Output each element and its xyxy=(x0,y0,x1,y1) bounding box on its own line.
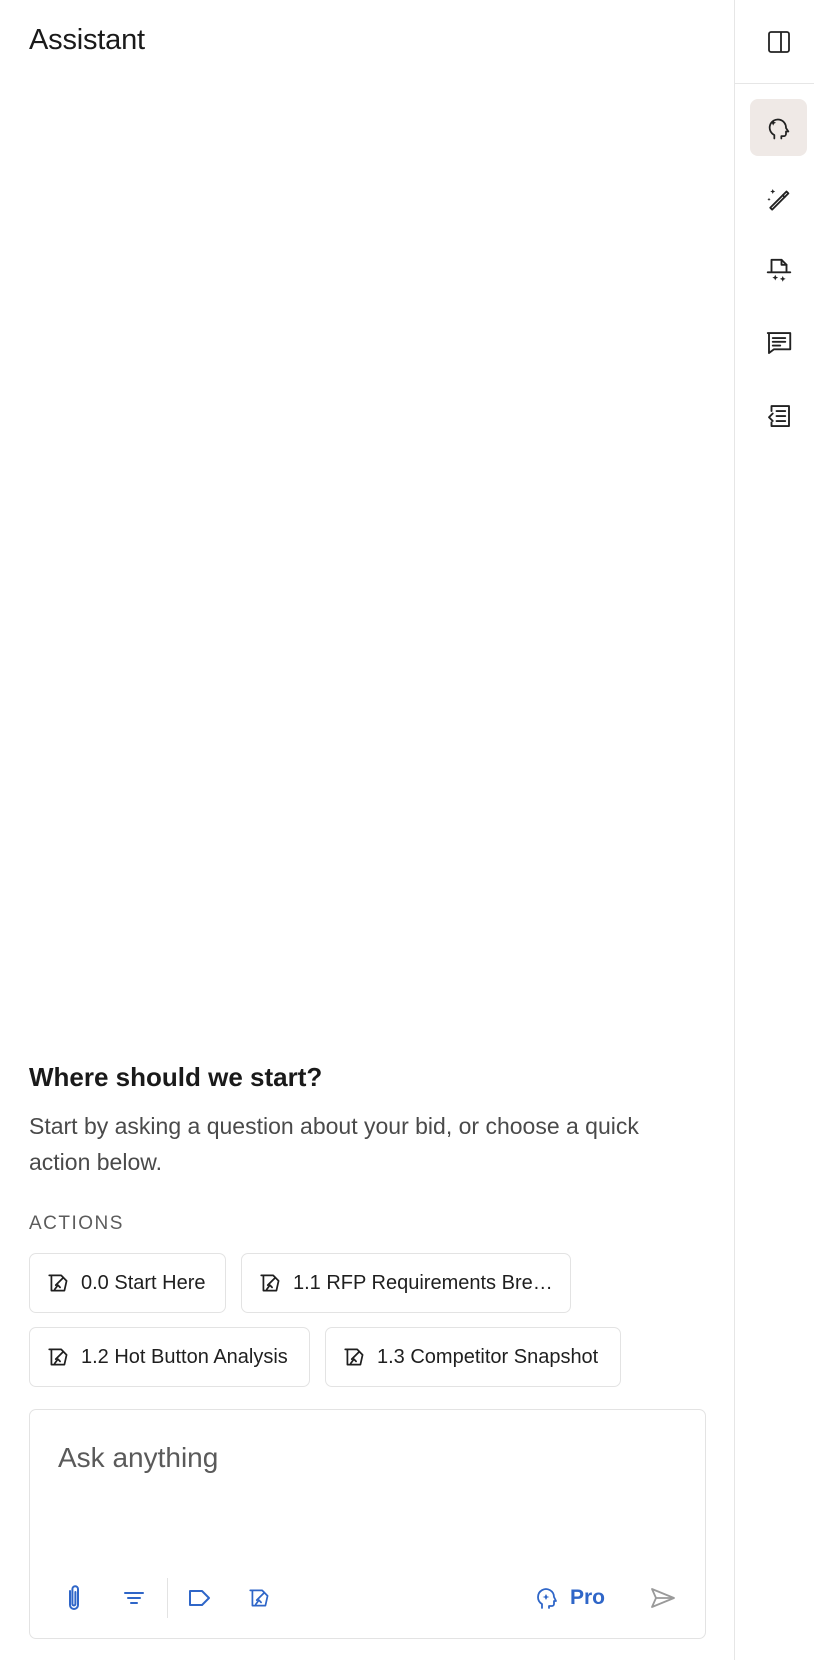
attach-button[interactable] xyxy=(56,1580,92,1616)
page-title: Assistant xyxy=(29,24,145,56)
toggle-panel-button[interactable] xyxy=(750,13,807,70)
action-chip-label: 1.3 Competitor Snapshot xyxy=(377,1345,599,1368)
action-chip-rfp-requirements[interactable]: 1.1 RFP Requirements Brea... xyxy=(241,1253,571,1313)
rail-outline-button[interactable] xyxy=(750,387,807,444)
rail-document-ai-button[interactable] xyxy=(750,242,807,299)
sparkle-head-icon xyxy=(536,1585,570,1611)
analysis-icon xyxy=(247,1585,273,1611)
filter-icon xyxy=(123,1589,145,1607)
rail-assistant-button[interactable] xyxy=(750,99,807,156)
action-chip-label: 0.0 Start Here xyxy=(81,1271,206,1294)
analysis-icon xyxy=(46,1344,72,1370)
pro-mode-button[interactable]: Pro xyxy=(536,1578,605,1618)
analysis-icon xyxy=(46,1270,72,1296)
action-chip-start-here[interactable]: 0.0 Start Here xyxy=(29,1253,226,1313)
comment-icon xyxy=(764,328,794,358)
app-root: Assistant Where should we start? Start b… xyxy=(0,0,814,1660)
intro-text: Start by asking a question about your bi… xyxy=(29,1113,639,1175)
analysis-icon xyxy=(258,1270,284,1296)
assistant-sparkle-head-icon xyxy=(765,114,793,142)
document-sparkle-icon xyxy=(764,256,794,286)
pro-label: Pro xyxy=(570,1586,606,1609)
tag-icon xyxy=(187,1588,213,1608)
panel-toggle-icon xyxy=(766,29,792,55)
assistant-panel: Assistant Where should we start? Start b… xyxy=(0,0,734,1660)
paperclip-icon xyxy=(62,1583,86,1613)
filter-button[interactable] xyxy=(116,1580,152,1616)
send-icon xyxy=(649,1586,677,1610)
composer: Pro xyxy=(29,1409,706,1639)
magic-wand-icon xyxy=(764,184,794,214)
action-chip-label: 1.1 RFP Requirements Brea... xyxy=(293,1271,554,1294)
tag-button[interactable] xyxy=(182,1580,218,1616)
action-chip-label: 1.2 Hot Button Analysis xyxy=(81,1345,288,1368)
rail-magic-button[interactable] xyxy=(750,170,807,227)
analysis-icon xyxy=(342,1344,368,1370)
send-button[interactable] xyxy=(644,1579,682,1617)
action-chip-competitor-snapshot[interactable]: 1.3 Competitor Snapshot xyxy=(325,1327,621,1387)
document-list-icon xyxy=(764,401,794,431)
rail-comments-button[interactable] xyxy=(750,314,807,371)
quick-action-button[interactable] xyxy=(242,1580,278,1616)
ask-input[interactable] xyxy=(58,1434,678,1482)
right-rail xyxy=(734,0,814,1660)
toolbar-divider xyxy=(167,1578,168,1618)
action-chip-hot-button[interactable]: 1.2 Hot Button Analysis xyxy=(29,1327,310,1387)
intro-heading: Where should we start? xyxy=(29,1062,323,1092)
actions-label: ACTIONS xyxy=(29,1213,124,1234)
